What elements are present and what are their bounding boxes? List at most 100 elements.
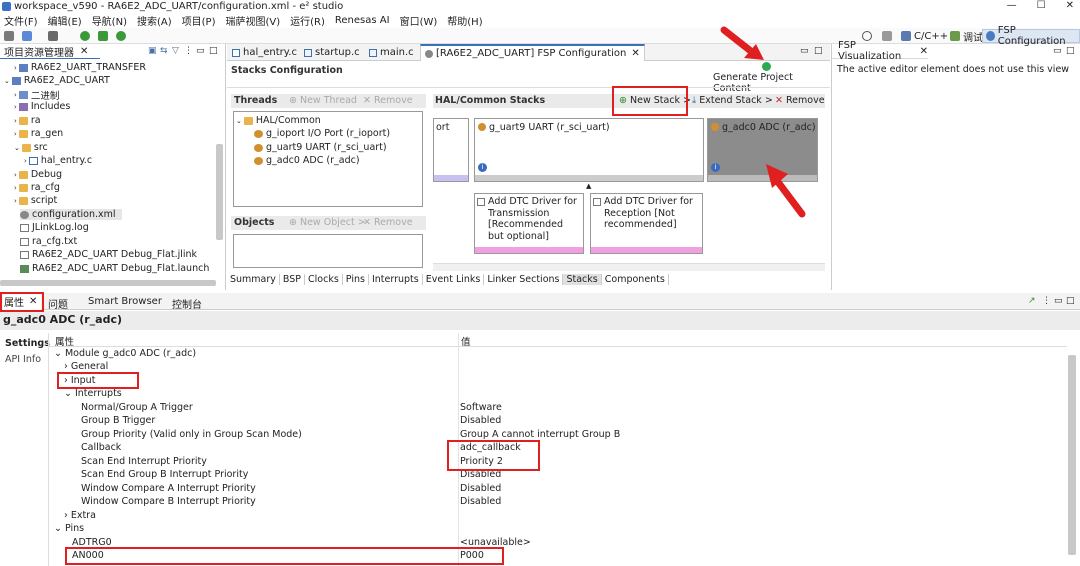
remove-stack-button[interactable]: ✕ Remove: [775, 95, 825, 106]
side-tab-api-info[interactable]: API Info: [5, 354, 41, 365]
generate-project-content-button[interactable]: Generate Project Content: [713, 72, 830, 94]
tab-components[interactable]: Components: [602, 274, 669, 285]
prop-row-module[interactable]: ⌄ Module g_adc0 ADC (r_adc): [50, 347, 1066, 361]
view-menu-icon[interactable]: ⋮: [184, 46, 193, 56]
external-tools-icon[interactable]: [116, 31, 126, 41]
minimize-editor-icon[interactable]: ▭: [800, 46, 809, 56]
new-thread-button[interactable]: ⊕ New Thread: [289, 95, 357, 106]
close-tab-icon[interactable]: ✕: [631, 48, 639, 59]
extend-stack-button[interactable]: ⤓ Extend Stack >: [692, 95, 773, 106]
tab-stacks[interactable]: Stacks: [563, 274, 602, 285]
maximize-editor-icon[interactable]: □: [814, 46, 823, 56]
properties-scrollbar[interactable]: [1068, 355, 1076, 555]
stack-dtc-tx[interactable]: Add DTC Driver for Transmission [Recomme…: [474, 193, 584, 254]
filter-icon[interactable]: ▽: [172, 46, 179, 56]
menu-run[interactable]: 运行(R): [290, 13, 325, 28]
collapse-all-icon[interactable]: ▣: [148, 46, 157, 56]
new-object-button[interactable]: ⊕ New Object >: [289, 217, 366, 228]
menu-search[interactable]: 搜索(A): [137, 13, 172, 28]
view-menu-icon[interactable]: ⋮: [1042, 296, 1051, 306]
menu-help[interactable]: 帮助(H): [447, 13, 482, 28]
hammer-icon[interactable]: [48, 31, 58, 41]
tab-pins[interactable]: Pins: [343, 274, 369, 285]
menu-renesas-views[interactable]: 瑞萨视图(V): [225, 13, 280, 28]
tree-item-ra[interactable]: › ra: [14, 115, 41, 126]
thread-uart9[interactable]: g_uart9 UART (r_sci_uart): [254, 142, 387, 153]
tab-smart-browser[interactable]: Smart Browser: [88, 296, 162, 307]
tree-item-launch[interactable]: RA6E2_ADC_UART Debug_Flat.launch: [20, 263, 209, 274]
tree-item-debug[interactable]: › Debug: [14, 169, 62, 180]
remove-thread-button[interactable]: ✕ Remove: [363, 95, 413, 106]
prop-row-interrupts[interactable]: ⌄ Interrupts: [50, 387, 1066, 401]
stack-dtc-rx[interactable]: Add DTC Driver for Reception [Not recomm…: [590, 193, 703, 254]
menu-renesas-ai[interactable]: Renesas AI: [335, 15, 390, 26]
tree-item-jlinklog[interactable]: JLinkLog.log: [20, 222, 89, 233]
close-tab-icon[interactable]: ✕: [920, 46, 928, 57]
menu-navigate[interactable]: 导航(N): [92, 13, 127, 28]
tree-item-jlink[interactable]: RA6E2_ADC_UART Debug_Flat.jlink: [20, 249, 197, 260]
tab-interrupts[interactable]: Interrupts: [369, 274, 423, 285]
menu-file[interactable]: 文件(F): [4, 13, 38, 28]
tab-console[interactable]: 控制台: [172, 296, 202, 311]
tree-item-ra-cfg[interactable]: › ra_cfg: [14, 182, 60, 193]
prop-row-group-b-trigger[interactable]: Group B Trigger Disabled: [50, 414, 1066, 428]
prop-row-pins[interactable]: ⌄ Pins: [50, 522, 1066, 536]
minimize-view-icon[interactable]: ▭: [1054, 296, 1063, 306]
tab-linker-sections[interactable]: Linker Sections: [484, 274, 564, 285]
tab-event-links[interactable]: Event Links: [423, 274, 485, 285]
tree-item-src[interactable]: ⌄ src: [14, 142, 48, 153]
info-icon[interactable]: i: [711, 163, 720, 172]
tab-main[interactable]: main.c: [365, 44, 418, 61]
thread-hal-common[interactable]: ⌄ HAL/Common: [236, 115, 321, 126]
prop-row-window-compare-a[interactable]: Window Compare A Interrupt Priority Disab…: [50, 482, 1066, 496]
prop-row-group-priority[interactable]: Group Priority (Valid only in Group Scan…: [50, 428, 1066, 442]
menu-window[interactable]: 窗口(W): [400, 13, 438, 28]
link-editor-icon[interactable]: ⇆: [160, 46, 168, 56]
menu-project[interactable]: 项目(P): [182, 13, 216, 28]
stack-ioport-partial[interactable]: ort: [433, 118, 469, 182]
debug-icon[interactable]: [80, 31, 90, 41]
minimize-view-icon[interactable]: ▭: [196, 46, 205, 56]
explorer-scrollbar[interactable]: [216, 144, 223, 240]
prop-row-scan-end-group-b[interactable]: Scan End Group B Interrupt Priority Disab…: [50, 468, 1066, 482]
prop-row-extra[interactable]: › Extra: [50, 509, 1066, 523]
close-tab-icon[interactable]: ✕: [80, 46, 88, 57]
info-icon[interactable]: i: [478, 163, 487, 172]
stacks-hscrollbar[interactable]: [433, 263, 825, 271]
tree-item-ra-gen[interactable]: › ra_gen: [14, 128, 63, 139]
tab-clocks[interactable]: Clocks: [305, 274, 343, 285]
explorer-hscrollbar[interactable]: [0, 280, 216, 286]
close-window-button[interactable]: ✕: [1066, 0, 1074, 11]
tab-bsp[interactable]: BSP: [280, 274, 306, 285]
run-icon[interactable]: [98, 31, 108, 41]
maximize-view-icon[interactable]: □: [209, 46, 218, 56]
prop-row-callback[interactable]: Callback adc_callback: [50, 441, 1066, 455]
tree-item-configuration-xml[interactable]: configuration.xml: [20, 209, 122, 220]
tree-item-ra-cfg-txt[interactable]: ra_cfg.txt: [20, 236, 77, 247]
tree-item-binaries[interactable]: › 二进制: [14, 88, 59, 102]
visualization-tab[interactable]: FSP Visualization ✕: [832, 40, 928, 62]
tab-summary[interactable]: Summary: [227, 274, 280, 285]
build-icon[interactable]: [22, 31, 32, 41]
menu-edit[interactable]: 编辑(E): [48, 13, 82, 28]
stack-uart9[interactable]: g_uart9 UART (r_sci_uart) i: [474, 118, 704, 182]
thread-ioport[interactable]: g_ioport I/O Port (r_ioport): [254, 128, 390, 139]
prop-row-window-compare-b[interactable]: Window Compare B Interrupt Priority Disab…: [50, 495, 1066, 509]
tree-item-includes[interactable]: › Includes: [14, 101, 70, 112]
tab-startup[interactable]: startup.c: [300, 44, 364, 61]
generate-icon[interactable]: [762, 62, 771, 71]
perspective-debug[interactable]: 调试: [947, 29, 986, 44]
prop-row-normal-trigger[interactable]: Normal/Group A Trigger Software: [50, 401, 1066, 415]
pin-icon[interactable]: ↗: [1028, 296, 1036, 306]
project-explorer-tab[interactable]: 项目资源管理器 ✕: [0, 44, 100, 59]
prop-row-scan-end-priority[interactable]: Scan End Interrupt Priority Priority 2: [50, 455, 1066, 469]
side-tab-settings[interactable]: Settings: [5, 338, 50, 349]
prop-row-input[interactable]: › Input: [50, 374, 1066, 388]
perspective-fsp[interactable]: FSP Configuration: [982, 25, 1080, 47]
tree-item-ra6e2-uart-transfer[interactable]: › RA6E2_UART_TRANSFER: [14, 62, 146, 73]
tab-problems[interactable]: 问题: [48, 296, 68, 311]
thread-adc0[interactable]: g_adc0 ADC (r_adc): [254, 155, 360, 166]
remove-object-button[interactable]: ✕ Remove: [363, 217, 413, 228]
tree-item-script[interactable]: › script: [14, 195, 57, 206]
maximize-button[interactable]: ☐: [1037, 0, 1046, 11]
